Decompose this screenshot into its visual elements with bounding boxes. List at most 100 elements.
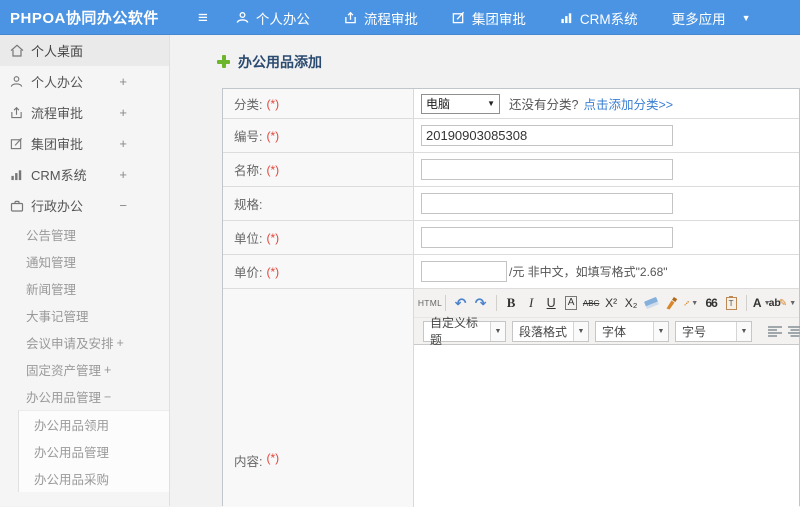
nav-more-apps[interactable]: 更多应用 ▼ bbox=[672, 8, 751, 28]
upload-share-icon bbox=[9, 106, 24, 119]
form-row-price: 单价: (*) /元 非中文，如填写格式"2.68" bbox=[223, 255, 799, 289]
number-input[interactable] bbox=[421, 125, 673, 146]
price-input[interactable] bbox=[421, 261, 507, 282]
expand-indicator[interactable]: + bbox=[119, 136, 127, 151]
spec-label-cell: 规格: bbox=[223, 187, 413, 220]
editor-remove-format-button[interactable] bbox=[642, 293, 660, 313]
sidebar-subitem-news-mgmt[interactable]: 新闻管理 bbox=[0, 275, 169, 302]
sidebar-subitem-fixed-assets-mgmt[interactable]: 固定资产管理 + bbox=[0, 356, 169, 383]
editor-format-brush-button[interactable] bbox=[662, 293, 680, 313]
editor-superscript-button[interactable]: X² bbox=[602, 293, 620, 313]
editor-redo-button[interactable]: ↷ bbox=[472, 293, 490, 313]
content-label-cell: 内容: (*) bbox=[223, 289, 413, 507]
expand-indicator[interactable]: + bbox=[119, 167, 127, 182]
editor-font-family-dropdown[interactable]: 字体 ▼ bbox=[595, 320, 669, 342]
expand-indicator[interactable]: + bbox=[119, 105, 127, 120]
toolbar-separator bbox=[445, 295, 446, 311]
editor-undo-button[interactable]: ↶ bbox=[452, 293, 470, 313]
font-border-glyph: A bbox=[564, 296, 578, 310]
sidebar-item-supplies-purchase[interactable]: 办公用品采购 bbox=[19, 465, 169, 492]
editor-content-area[interactable] bbox=[414, 345, 799, 507]
editor-highlight-button[interactable]: ab ✎ ▼ bbox=[769, 293, 797, 313]
editor-font-border-button[interactable]: A bbox=[562, 293, 580, 313]
dropdown-value: 字号 bbox=[682, 324, 707, 339]
sidebar-item-label: 个人办公 bbox=[31, 75, 84, 90]
required-marker: (*) bbox=[266, 128, 280, 143]
caret-down-icon: ▼ bbox=[653, 321, 668, 341]
category-select[interactable]: 电脑 ▼ bbox=[421, 93, 500, 114]
expand-indicator[interactable]: + bbox=[101, 363, 111, 377]
category-value-cell: 电脑 ▼ 还没有分类? 点击添加分类>> bbox=[413, 89, 799, 118]
price-label-cell: 单价: (*) bbox=[223, 255, 413, 288]
unit-input[interactable] bbox=[421, 227, 673, 248]
dropdown-value: 段落格式 bbox=[519, 324, 568, 339]
sidebar-item-group-approval[interactable]: 集团审批 + bbox=[0, 128, 169, 159]
editor-paragraph-format-dropdown[interactable]: 段落格式 ▼ bbox=[512, 320, 589, 342]
unit-label-cell: 单位: (*) bbox=[223, 221, 413, 254]
nav-group-approval[interactable]: 集团审批 bbox=[452, 8, 526, 28]
editor-italic-button[interactable]: I bbox=[522, 293, 540, 313]
unit-value-cell bbox=[413, 221, 799, 254]
name-label-cell: 名称: (*) bbox=[223, 153, 413, 186]
sidebar-item-supplies-receive[interactable]: 办公用品领用 bbox=[19, 411, 169, 438]
editor-auto-typeset-button[interactable]: ▼ bbox=[682, 293, 700, 313]
clipboard-icon: T bbox=[725, 295, 737, 310]
editor-custom-title-dropdown[interactable]: 自定义标题 ▼ bbox=[423, 316, 506, 347]
edit-icon bbox=[9, 137, 24, 150]
editor-subscript-button[interactable]: X₂ bbox=[622, 293, 640, 313]
sidebar-item-label: 行政办公 bbox=[31, 199, 84, 214]
form-row-name: 名称: (*) bbox=[223, 153, 799, 187]
editor-paste-text-button[interactable]: T bbox=[722, 293, 740, 313]
editor-strikethrough-button[interactable]: ABC bbox=[582, 293, 600, 313]
sidebar-item-admin-office[interactable]: 行政办公 − bbox=[0, 190, 169, 221]
sidebar-subitem-office-supplies-mgmt[interactable]: 办公用品管理 − bbox=[0, 383, 169, 410]
editor-align-center-button[interactable] bbox=[786, 321, 800, 341]
sidebar-subitem-notice-mgmt[interactable]: 通知管理 bbox=[0, 248, 169, 275]
editor-align-left-button[interactable] bbox=[766, 321, 784, 341]
sidebar-subitem-memorabilia-mgmt[interactable]: 大事记管理 bbox=[0, 302, 169, 329]
required-marker: (*) bbox=[266, 264, 280, 279]
sidebar-item-supplies-manage[interactable]: 办公用品管理 bbox=[19, 438, 169, 465]
field-label: 内容: bbox=[234, 455, 263, 469]
name-input[interactable] bbox=[421, 159, 673, 180]
sidebar-subitem-meeting-mgmt[interactable]: 会议申请及安排 + bbox=[0, 329, 169, 356]
nav-label: 更多应用 bbox=[671, 11, 726, 27]
page-header: 办公用品添加 bbox=[171, 35, 800, 88]
editor-source-button[interactable]: HTML bbox=[418, 293, 442, 313]
nav-label: 个人办公 bbox=[255, 11, 310, 27]
field-label: 名称: bbox=[234, 164, 263, 178]
top-bar: PHPOA协同办公软件 ≡ 个人办公 流程审批 集团审批 CRM系统 更多应用 … bbox=[0, 0, 800, 35]
align-left-icon bbox=[768, 325, 782, 337]
sidebar-item-personal-office[interactable]: 个人办公 + bbox=[0, 66, 169, 97]
edit-icon bbox=[452, 11, 465, 24]
editor-blockquote-button[interactable]: 66 bbox=[702, 293, 720, 313]
sidebar-item-process-approval[interactable]: 流程审批 + bbox=[0, 97, 169, 128]
sidebar: 个人桌面 个人办公 + 流程审批 + 集团审批 + CRM系统 + 行政办公 −… bbox=[0, 35, 170, 506]
editor-font-size-dropdown[interactable]: 字号 ▼ bbox=[675, 320, 752, 342]
collapse-indicator[interactable]: − bbox=[119, 198, 127, 213]
editor-bold-button[interactable]: B bbox=[502, 293, 520, 313]
collapse-indicator[interactable]: − bbox=[101, 390, 111, 404]
field-label: 分类: bbox=[234, 98, 263, 112]
caret-down-icon: ▼ bbox=[573, 321, 588, 341]
sidebar-subitem-announcement-mgmt[interactable]: 公告管理 bbox=[0, 221, 169, 248]
sidebar-item-personal-desktop[interactable]: 个人桌面 bbox=[0, 35, 169, 66]
menu-toggle-icon[interactable]: ≡ bbox=[198, 9, 208, 26]
nav-process-approval[interactable]: 流程审批 bbox=[344, 8, 418, 28]
editor-underline-button[interactable]: U bbox=[542, 293, 560, 313]
form-row-number: 编号: (*) bbox=[223, 119, 799, 153]
align-center-icon bbox=[788, 325, 800, 337]
sidebar-item-crm[interactable]: CRM系统 + bbox=[0, 159, 169, 190]
nav-personal-office[interactable]: 个人办公 bbox=[236, 8, 310, 28]
expand-indicator[interactable]: + bbox=[119, 74, 127, 89]
add-category-link[interactable]: 点击添加分类>> bbox=[583, 94, 673, 113]
category-select-value: 电脑 bbox=[426, 97, 451, 111]
caret-down-icon: ▼ bbox=[490, 321, 505, 341]
caret-down-icon: ▼ bbox=[691, 299, 699, 307]
required-marker: (*) bbox=[266, 451, 280, 465]
spec-input[interactable] bbox=[421, 193, 673, 214]
nav-crm-system[interactable]: CRM系统 bbox=[560, 8, 638, 28]
expand-indicator[interactable]: + bbox=[114, 336, 124, 350]
third-item-label: 办公用品管理 bbox=[34, 446, 110, 460]
caret-down-icon: ▼ bbox=[789, 299, 797, 307]
